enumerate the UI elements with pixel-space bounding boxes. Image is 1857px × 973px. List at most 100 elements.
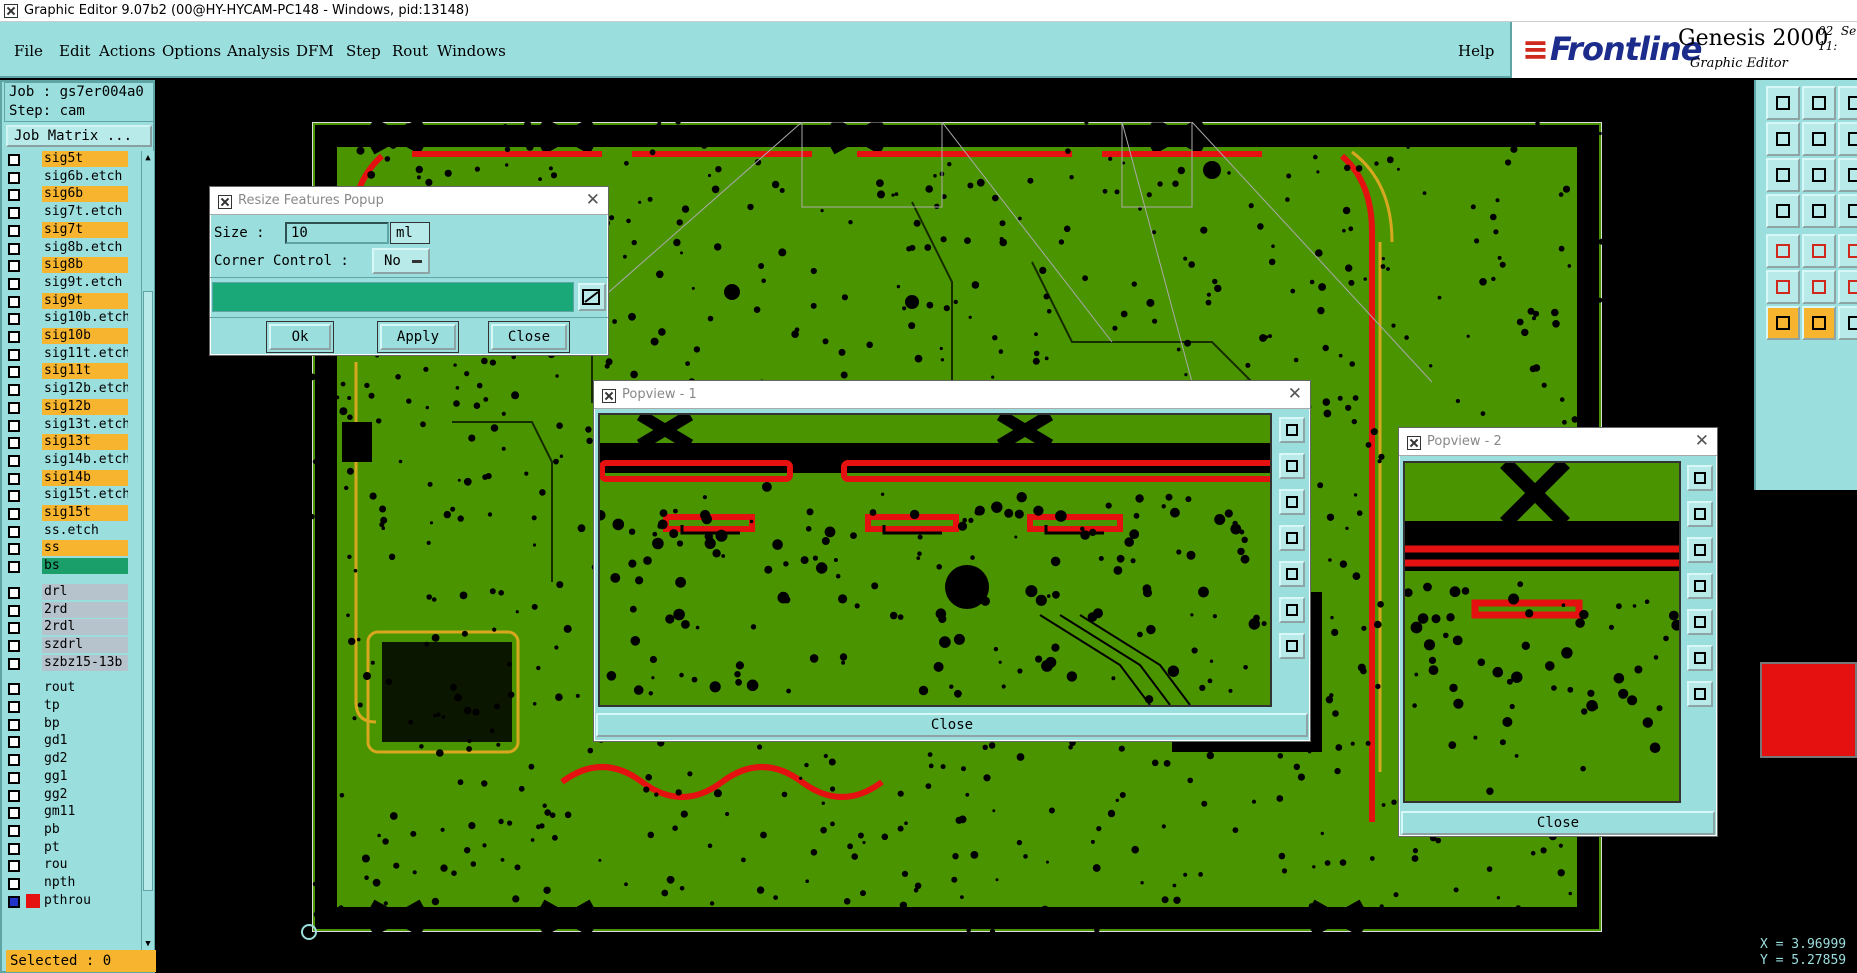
- layer-row[interactable]: pt: [6, 839, 136, 857]
- snap-icon[interactable]: [1766, 194, 1800, 228]
- layer-checkbox[interactable]: [8, 207, 20, 220]
- layer-checkbox[interactable]: [8, 736, 20, 749]
- close-button[interactable]: Close: [491, 324, 567, 350]
- layer-row[interactable]: drl: [6, 583, 136, 601]
- add-icon[interactable]: [1802, 270, 1836, 304]
- popview-2-pan-left-icon[interactable]: [1687, 573, 1713, 599]
- close-icon[interactable]: ✕: [1288, 384, 1302, 404]
- layer-scrollbar[interactable]: ▲ ▼: [141, 151, 154, 951]
- layer-row[interactable]: pthrou: [6, 892, 136, 910]
- layer-checkbox[interactable]: [8, 401, 20, 414]
- layer-checkbox[interactable]: [8, 242, 20, 255]
- layer-checkbox[interactable]: [8, 171, 20, 184]
- layer-checkbox[interactable]: [8, 437, 20, 450]
- layer-row[interactable]: sig11t.etch: [6, 345, 136, 363]
- pointer-icon[interactable]: [1802, 306, 1836, 340]
- scroll-up-icon[interactable]: ▲: [143, 153, 153, 163]
- menu-rout[interactable]: Rout: [392, 42, 428, 60]
- layer-checkbox[interactable]: [8, 842, 20, 855]
- layer-row[interactable]: rou: [6, 857, 136, 874]
- layer-row[interactable]: sig10b.etch: [6, 310, 136, 327]
- ok-button[interactable]: Ok: [269, 324, 331, 350]
- menu-analysis[interactable]: Analysis: [227, 42, 290, 60]
- layer-row[interactable]: 2rdl: [6, 619, 136, 636]
- layer-row[interactable]: sig12b.etch: [6, 381, 136, 398]
- popview-1-zoom-in-icon[interactable]: [1279, 453, 1305, 479]
- popview-1-canvas[interactable]: [598, 413, 1272, 707]
- layer-checkbox[interactable]: [8, 260, 20, 273]
- menu-help[interactable]: Help: [1458, 42, 1494, 60]
- layer-checkbox[interactable]: [8, 789, 20, 802]
- layer-checkbox[interactable]: [8, 895, 20, 908]
- popview-1-pan-left-icon[interactable]: [1279, 525, 1305, 551]
- layer-checkbox[interactable]: [8, 454, 20, 467]
- layer-row[interactable]: sig6b: [6, 186, 136, 203]
- popview-2-zoom-out-icon[interactable]: [1687, 537, 1713, 563]
- menu-windows[interactable]: Windows: [437, 42, 506, 60]
- job-matrix-button[interactable]: Job Matrix ...: [6, 125, 152, 147]
- layer-row[interactable]: sig7t.etch: [6, 204, 136, 221]
- measure-icon[interactable]: [1838, 194, 1857, 228]
- layer-checkbox[interactable]: [8, 878, 20, 890]
- menu-options[interactable]: Options: [162, 42, 221, 60]
- menu-edit[interactable]: Edit: [59, 42, 90, 60]
- layer-checkbox[interactable]: [8, 683, 20, 696]
- layer-row[interactable]: bs: [6, 558, 136, 575]
- layer-checkbox[interactable]: [8, 807, 20, 820]
- menu-file[interactable]: File: [14, 42, 43, 60]
- popview-2-close-button[interactable]: Close: [1401, 811, 1715, 835]
- popview-1-fit-icon[interactable]: [1279, 417, 1305, 443]
- angle-icon[interactable]: [1766, 270, 1800, 304]
- resize-tool-icon[interactable]: [578, 283, 606, 311]
- layer-checkbox[interactable]: [8, 295, 20, 308]
- layer-row[interactable]: sig10b: [6, 328, 136, 345]
- close-icon[interactable]: ✕: [1695, 431, 1709, 451]
- layer-row[interactable]: sig14b.etch: [6, 451, 136, 469]
- layer-row[interactable]: szbz15-13b: [6, 654, 136, 672]
- menu-dfm[interactable]: DFM: [296, 42, 334, 60]
- layer-checkbox[interactable]: [8, 718, 20, 731]
- layer-checkbox[interactable]: [8, 561, 20, 574]
- layer-checkbox[interactable]: [8, 472, 20, 485]
- zoom-home-icon[interactable]: [1766, 86, 1800, 120]
- layer-row[interactable]: sig6b.etch: [6, 168, 136, 186]
- layer-checkbox[interactable]: [8, 824, 20, 837]
- layer-row[interactable]: 2rd: [6, 601, 136, 619]
- popview-1-zoom-out-icon[interactable]: [1279, 489, 1305, 515]
- pan-left-icon[interactable]: [1766, 122, 1800, 156]
- popview-2-zoom-fit-icon[interactable]: [1687, 645, 1713, 671]
- layer-checkbox[interactable]: [8, 189, 20, 202]
- menu-step[interactable]: Step: [346, 42, 381, 60]
- layer-checkbox[interactable]: [8, 543, 20, 556]
- layer-checkbox[interactable]: [8, 384, 20, 397]
- menu-actions[interactable]: Actions: [99, 42, 155, 60]
- popview-2-pan-right-icon[interactable]: [1687, 609, 1713, 635]
- layer-row[interactable]: sig8b.etch: [6, 239, 136, 257]
- layer-checkbox[interactable]: [8, 657, 20, 670]
- select-icon[interactable]: [1838, 306, 1857, 340]
- redraw-icon[interactable]: [1802, 194, 1836, 228]
- layer-checkbox[interactable]: [8, 277, 20, 290]
- grid-icon[interactable]: [1838, 158, 1857, 192]
- popview-2-canvas[interactable]: [1403, 461, 1681, 803]
- active-color-swatch[interactable]: [1760, 662, 1857, 758]
- layer-row[interactable]: sig13t.etch: [6, 416, 136, 434]
- cross-icon[interactable]: [1802, 234, 1836, 268]
- layer-row[interactable]: rout: [6, 680, 136, 697]
- layer-checkbox[interactable]: [8, 331, 20, 343]
- layer-row[interactable]: gg2: [6, 786, 136, 804]
- layer-checkbox[interactable]: [8, 419, 20, 432]
- layer-row[interactable]: sig9t: [6, 292, 136, 310]
- layer-row[interactable]: sig8b: [6, 257, 136, 274]
- layer-checkbox[interactable]: [8, 604, 20, 617]
- layer-row[interactable]: sig15t: [6, 505, 136, 522]
- pan-right-icon[interactable]: [1802, 122, 1836, 156]
- layer-checkbox[interactable]: [8, 586, 20, 599]
- pan-up-icon[interactable]: [1838, 122, 1857, 156]
- layer-row[interactable]: sig7t: [6, 221, 136, 239]
- corner-control-select[interactable]: No: [372, 248, 430, 274]
- zoom-out-icon[interactable]: [1838, 86, 1857, 120]
- layer-checkbox[interactable]: [8, 313, 20, 326]
- layer-checkbox[interactable]: [8, 639, 20, 652]
- layer-checkbox[interactable]: [8, 622, 20, 635]
